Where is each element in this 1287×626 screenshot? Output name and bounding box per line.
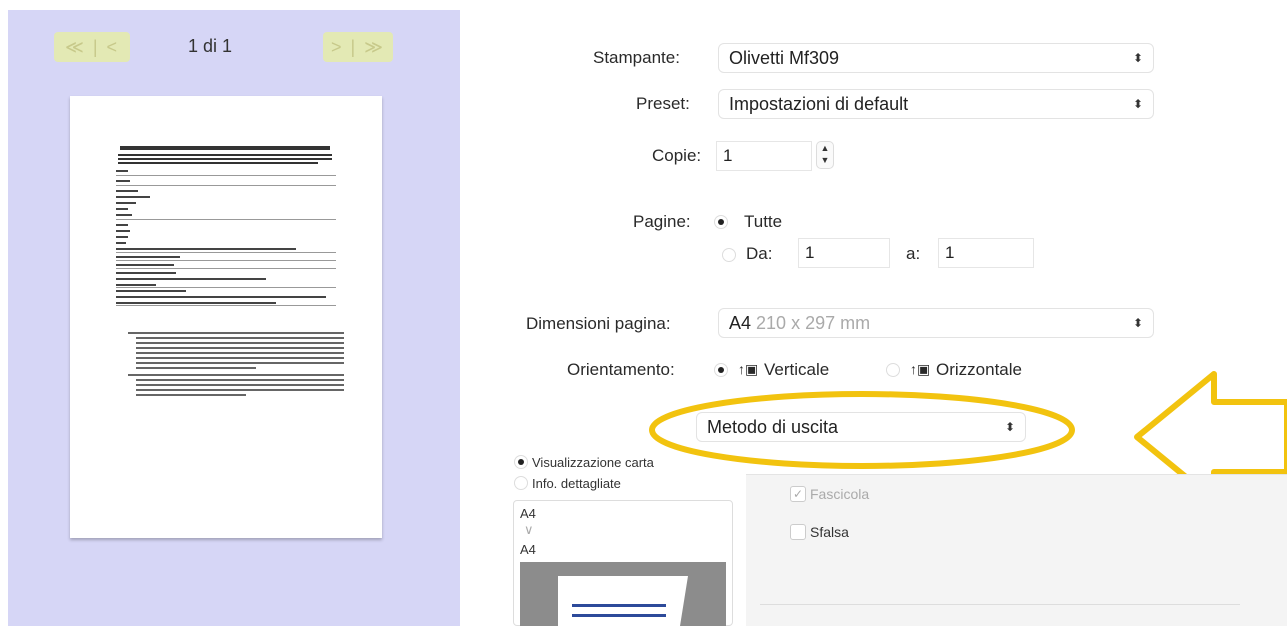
print-dialog: ≪ | < 1 di 1 > | ≫ Stampante: Olivetti M… <box>0 0 1287 626</box>
details-radio[interactable] <box>514 476 528 490</box>
paper-size-arrow: ∨ <box>524 522 534 537</box>
divider <box>760 604 1240 605</box>
paper-view-radio[interactable] <box>514 455 528 469</box>
paper-stack-illustration <box>520 562 726 626</box>
paper-size-bottom: A4 <box>520 542 536 557</box>
checkmark-icon: ✓ <box>792 487 804 501</box>
offset-label: Sfalsa <box>810 524 849 540</box>
offset-checkbox[interactable] <box>790 524 806 540</box>
details-label: Info. dettagliate <box>532 476 621 491</box>
paper-size-top: A4 <box>520 506 536 521</box>
highlight-ellipse <box>649 391 1075 469</box>
collate-checkbox[interactable]: ✓ <box>790 486 806 502</box>
paper-view-label: Visualizzazione carta <box>532 455 654 470</box>
collate-label: Fascicola <box>810 486 870 502</box>
